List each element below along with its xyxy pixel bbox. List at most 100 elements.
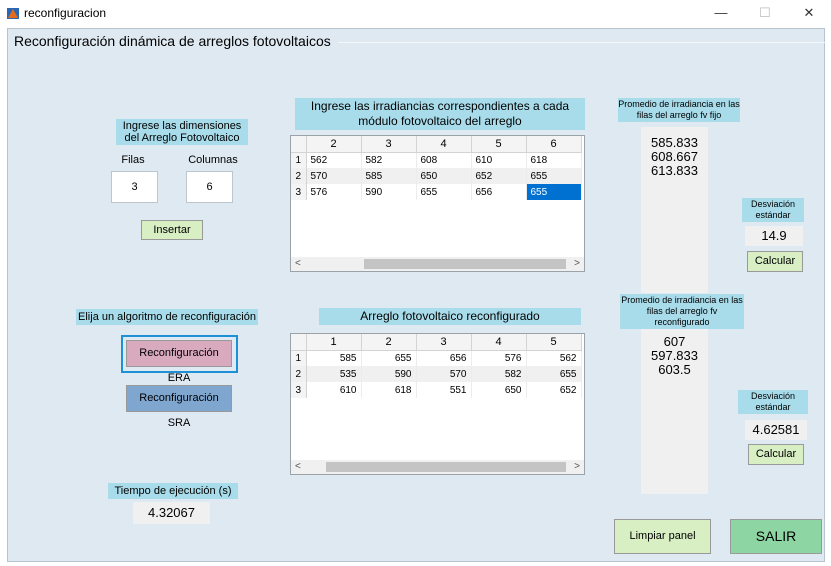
table-cell[interactable]: 655 xyxy=(416,184,472,200)
irradiance-table-header: Ingrese las irradiancias correspondiente… xyxy=(295,98,585,130)
table-cell[interactable]: 582 xyxy=(361,152,417,168)
scroll-right-icon[interactable]: > xyxy=(574,460,580,474)
table-cell[interactable]: 535 xyxy=(306,366,362,382)
reconf-avg-header: Promedio de irradiancia en las filas del… xyxy=(620,294,744,329)
reconf-calculate-button[interactable]: Calcular xyxy=(748,444,804,465)
scroll-right-icon[interactable]: > xyxy=(574,257,580,271)
row-header: 2 xyxy=(291,168,307,184)
panel-border-line xyxy=(338,42,826,43)
fixed-std-value: 14.9 xyxy=(745,226,803,246)
matlab-app-icon xyxy=(7,8,19,19)
table-cell[interactable]: 585 xyxy=(306,350,362,366)
reconf-std-value: 4.62581 xyxy=(745,420,807,440)
columnas-label: Columnas xyxy=(188,154,238,166)
clear-panel-button[interactable]: Limpiar panel xyxy=(614,519,711,554)
filas-label: Filas xyxy=(121,154,145,166)
row-header: 1 xyxy=(291,350,307,366)
fixed-avg-header: Promedio de irradiancia en las filas del… xyxy=(618,98,740,122)
filas-input[interactable]: 3 xyxy=(111,171,158,203)
column-header[interactable]: 5 xyxy=(526,334,582,351)
minimize-button[interactable]: — xyxy=(706,2,736,24)
table-cell[interactable]: 650 xyxy=(471,382,527,398)
reconf-avg-values: 607 597.833 603.5 xyxy=(641,329,708,494)
table-cell[interactable]: 590 xyxy=(361,184,417,200)
column-header[interactable]: 2 xyxy=(361,334,417,351)
table-cell[interactable]: 570 xyxy=(416,366,472,382)
table-row[interactable]: 1 562 582 608 610 618 xyxy=(291,152,582,168)
row-header: 1 xyxy=(291,152,307,168)
exit-button[interactable]: SALIR xyxy=(730,519,822,554)
sra-button[interactable]: Reconfiguración SRA xyxy=(126,385,232,429)
scroll-left-icon[interactable]: < xyxy=(295,460,301,474)
fixed-std-label: Desviación estándar xyxy=(742,198,804,222)
fixed-avg-value: 608.667 xyxy=(651,149,698,164)
table-row[interactable]: 3 610 618 551 650 652 xyxy=(291,382,582,398)
table-row[interactable]: 1 585 655 656 576 562 xyxy=(291,350,582,366)
table-cell[interactable]: 576 xyxy=(471,350,527,366)
maximize-button[interactable]: ☐ xyxy=(750,2,780,24)
table-cell[interactable]: 576 xyxy=(306,184,362,200)
table-cell[interactable]: 570 xyxy=(306,168,362,184)
column-header[interactable]: 4 xyxy=(471,334,527,351)
scroll-thumb[interactable] xyxy=(326,462,566,472)
table-cell[interactable]: 652 xyxy=(471,168,527,184)
table-cell[interactable]: 585 xyxy=(361,168,417,184)
fixed-calculate-button[interactable]: Calcular xyxy=(747,251,803,272)
column-header[interactable]: 5 xyxy=(471,136,527,153)
table-cell[interactable]: 618 xyxy=(361,382,417,398)
table-cell[interactable]: 610 xyxy=(306,382,362,398)
table-cell[interactable]: 655 xyxy=(526,366,582,382)
table-cell[interactable]: 551 xyxy=(416,382,472,398)
column-header[interactable]: 3 xyxy=(361,136,417,153)
exec-time-label: Tiempo de ejecución (s) xyxy=(108,483,238,499)
reconfigured-table[interactable]: 1 2 3 4 5 1 585 655 656 576 562 2 535 59… xyxy=(290,333,585,475)
scroll-thumb[interactable] xyxy=(364,259,566,269)
horizontal-scrollbar[interactable]: < > xyxy=(291,257,584,271)
fixed-avg-value: 585.833 xyxy=(651,135,698,150)
main-panel: Reconfiguración dinámica de arreglos fot… xyxy=(7,28,826,562)
column-header[interactable]: 2 xyxy=(306,136,362,153)
column-header[interactable]: 6 xyxy=(526,136,582,153)
column-header[interactable]: 4 xyxy=(416,136,472,153)
table-row[interactable]: 2 570 585 650 652 655 xyxy=(291,168,582,184)
panel-title: Reconfiguración dinámica de arreglos fot… xyxy=(14,33,335,49)
reconf-avg-value: 597.833 xyxy=(651,348,698,363)
irradiance-table[interactable]: 2 3 4 5 6 1 562 582 608 610 618 2 570 58… xyxy=(290,135,585,272)
column-header[interactable]: 3 xyxy=(416,334,472,351)
window-titlebar: reconfiguracion — ☐ ✕ xyxy=(0,0,831,28)
table-cell[interactable]: 562 xyxy=(306,152,362,168)
table-cell[interactable]: 610 xyxy=(471,152,527,168)
algorithm-header: Elija un algoritmo de reconfiguración xyxy=(76,309,258,325)
reconf-avg-value: 607 xyxy=(663,334,686,349)
row-header: 3 xyxy=(291,184,307,200)
reconfigured-table-header: Arreglo fotovoltaico reconfigurado xyxy=(319,308,581,325)
table-cell[interactable]: 656 xyxy=(471,184,527,200)
table-cell[interactable]: 562 xyxy=(526,350,582,366)
fixed-avg-values: 585.833 608.667 613.833 xyxy=(641,127,708,293)
era-button[interactable]: Reconfiguración ERA xyxy=(126,340,232,384)
horizontal-scrollbar[interactable]: < > xyxy=(291,460,584,474)
dimensions-header: Ingrese las dimensiones del Arreglo Foto… xyxy=(116,119,248,145)
exec-time-value: 4.32067 xyxy=(133,502,210,524)
fixed-avg-value: 613.833 xyxy=(651,163,698,178)
close-button[interactable]: ✕ xyxy=(794,2,824,24)
table-cell[interactable]: 590 xyxy=(361,366,417,382)
table-cell[interactable]: 618 xyxy=(526,152,582,168)
reconf-avg-value: 603.5 xyxy=(658,362,691,377)
columnas-input[interactable]: 6 xyxy=(186,171,233,203)
table-row[interactable]: 2 535 590 570 582 655 xyxy=(291,366,582,382)
table-cell[interactable]: 652 xyxy=(526,382,582,398)
table-row[interactable]: 3 576 590 655 656 655 xyxy=(291,184,582,200)
table-cell[interactable]: 608 xyxy=(416,152,472,168)
reconf-std-label: Desviación estándar xyxy=(738,390,808,414)
row-header: 3 xyxy=(291,382,307,398)
table-cell[interactable]: 655 xyxy=(526,168,582,184)
insert-button[interactable]: Insertar xyxy=(141,220,203,240)
column-header[interactable]: 1 xyxy=(306,334,362,351)
table-cell-selected[interactable]: 655 xyxy=(526,184,582,200)
scroll-left-icon[interactable]: < xyxy=(295,257,301,271)
table-cell[interactable]: 656 xyxy=(416,350,472,366)
table-cell[interactable]: 650 xyxy=(416,168,472,184)
table-cell[interactable]: 582 xyxy=(471,366,527,382)
table-cell[interactable]: 655 xyxy=(361,350,417,366)
